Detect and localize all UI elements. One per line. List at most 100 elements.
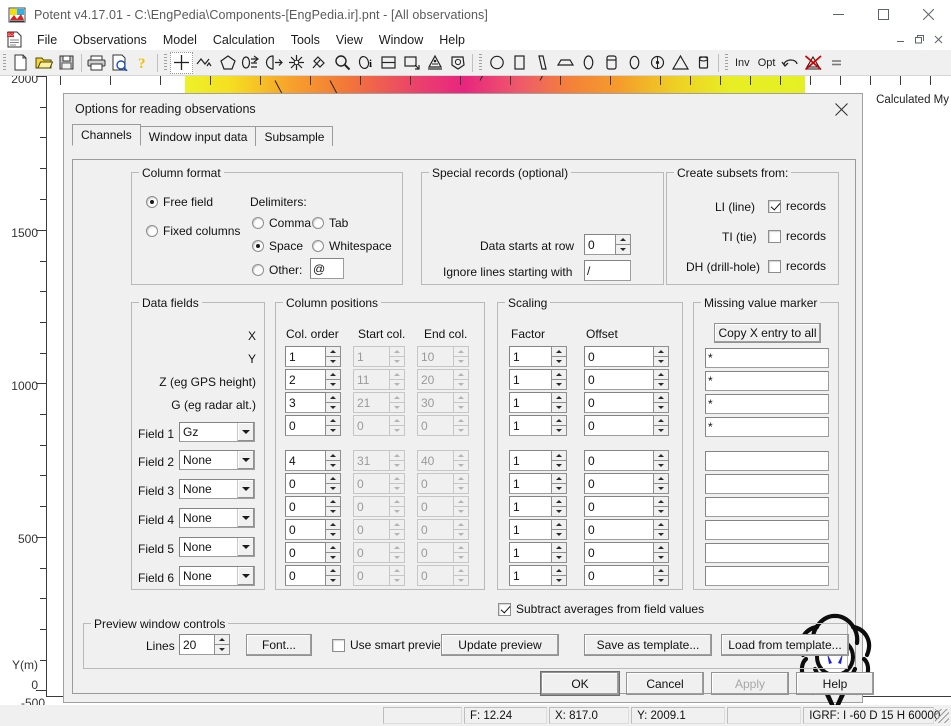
delete-monument-icon[interactable] [802,52,825,74]
stepper-arrows[interactable] [653,346,669,367]
offset-value-7[interactable]: 0 [584,496,653,517]
mdi-restore-button[interactable] [910,31,929,48]
offset-stepper-6[interactable]: 0 [584,473,669,494]
stepper-down-icon[interactable] [389,380,405,390]
checkbox-subtract-averages[interactable]: Subtract averages from field values [498,602,704,616]
field-4-combo[interactable]: None [179,508,255,528]
stepper-up-icon[interactable] [389,346,405,357]
factor-value-10[interactable]: 1 [509,565,551,586]
prism-shape-icon[interactable] [508,52,531,74]
stepper-down-icon[interactable] [653,426,669,436]
offset-value-4[interactable]: 0 [584,415,653,436]
stepper-down-icon[interactable] [389,530,405,540]
checkbox-use-smart-preview[interactable]: Use smart preview [332,638,449,652]
toolbar-grip-3[interactable] [479,54,482,71]
factor-value-7[interactable]: 1 [509,496,551,517]
radio-space[interactable]: Space [252,239,303,253]
radio-other[interactable]: Other: [252,263,302,277]
stepper-down-icon[interactable] [453,426,469,436]
col-order-stepper-8[interactable]: 0 [285,519,341,540]
stepper-up-icon[interactable] [325,415,341,426]
offset-value-5[interactable]: 0 [584,450,653,471]
factor-stepper-9[interactable]: 1 [509,542,567,563]
stepper-up-icon[interactable] [389,565,405,576]
stepper-arrows[interactable] [453,392,469,413]
stepper-arrows[interactable] [551,450,567,471]
copy-x-entry-to-all-button[interactable]: Copy X entry to all [714,323,821,343]
stepper-down-icon[interactable] [325,357,341,367]
stepper-up-icon[interactable] [615,234,631,245]
stepper-arrows[interactable] [453,542,469,563]
dyke-shape-icon[interactable] [531,52,554,74]
offset-value-9[interactable]: 0 [584,542,653,563]
stepper-down-icon[interactable] [551,461,567,471]
slab-shape-icon[interactable] [554,52,577,74]
chevron-down-icon[interactable] [237,509,254,527]
stepper-up-icon[interactable] [653,392,669,403]
stepper-up-icon[interactable] [653,542,669,553]
missing-value-input-6[interactable] [705,474,829,494]
data-starts-value[interactable]: 0 [584,234,615,255]
radio-comma[interactable]: Comma [252,216,311,230]
stepper-down-icon[interactable] [453,576,469,586]
stepper-arrows[interactable] [653,519,669,540]
cone-shape-icon[interactable] [669,52,692,74]
stepper-up-icon[interactable] [214,634,230,645]
ellipsoid2-shape-icon[interactable] [623,52,646,74]
stepper-arrows[interactable] [325,542,341,563]
col-order-value-4[interactable]: 0 [285,415,325,436]
start-col-stepper-5[interactable]: 31 [353,450,405,471]
stepper-down-icon[interactable] [325,484,341,494]
col-order-value-9[interactable]: 0 [285,542,325,563]
factor-value-1[interactable]: 1 [509,346,551,367]
end-col-stepper-8[interactable]: 0 [417,519,469,540]
profile-tool-icon[interactable] [193,52,216,74]
stepper-arrows[interactable] [653,565,669,586]
factor-value-9[interactable]: 1 [509,542,551,563]
stepper-up-icon[interactable] [653,346,669,357]
radio-free-field[interactable]: Free field [146,195,213,209]
lines-stepper[interactable]: 20 [179,634,230,655]
stepper-down-icon[interactable] [325,380,341,390]
stepper-up-icon[interactable] [453,473,469,484]
menu-model[interactable]: Model [155,31,205,49]
factor-value-2[interactable]: 1 [509,369,551,390]
stepper-up-icon[interactable] [551,369,567,380]
open-file-icon[interactable] [32,52,55,74]
cancel-button[interactable]: Cancel [626,672,704,695]
stepper-down-icon[interactable] [453,553,469,563]
stepper-up-icon[interactable] [389,542,405,553]
options-button[interactable]: Opt [754,57,780,69]
stepper-arrows[interactable] [389,519,405,540]
col-order-value-6[interactable]: 0 [285,473,325,494]
col-order-value-8[interactable]: 0 [285,519,325,540]
start-col-stepper-9[interactable]: 0 [353,542,405,563]
factor-stepper-10[interactable]: 1 [509,565,567,586]
menu-tools[interactable]: Tools [283,31,328,49]
col-order-stepper-7[interactable]: 0 [285,496,341,517]
toolbar-grip-2[interactable] [164,54,167,71]
body-info-tool-icon[interactable]: i [354,52,377,74]
stepper-up-icon[interactable] [551,519,567,530]
stepper-arrows[interactable] [551,496,567,517]
stepper-arrows[interactable] [653,415,669,436]
stepper-arrows[interactable] [551,369,567,390]
stepper-down-icon[interactable] [615,245,631,255]
stepper-down-icon[interactable] [214,645,230,655]
offset-value-8[interactable]: 0 [584,519,653,540]
stepper-arrows[interactable] [551,542,567,563]
lines-value[interactable]: 20 [179,634,214,655]
end-col-stepper-2[interactable]: 20 [417,369,469,390]
stepper-down-icon[interactable] [389,553,405,563]
stepper-up-icon[interactable] [453,565,469,576]
polygon-tool-icon[interactable] [216,52,239,74]
stepper-up-icon[interactable] [551,565,567,576]
stepper-arrows[interactable] [325,392,341,413]
offset-value-2[interactable]: 0 [584,369,653,390]
stepper-down-icon[interactable] [551,403,567,413]
stepper-arrows[interactable] [325,415,341,436]
stepper-arrows[interactable] [389,565,405,586]
missing-value-input-5[interactable] [705,451,829,471]
factor-stepper-1[interactable]: 1 [509,346,567,367]
dialog-close-button[interactable] [820,95,862,123]
